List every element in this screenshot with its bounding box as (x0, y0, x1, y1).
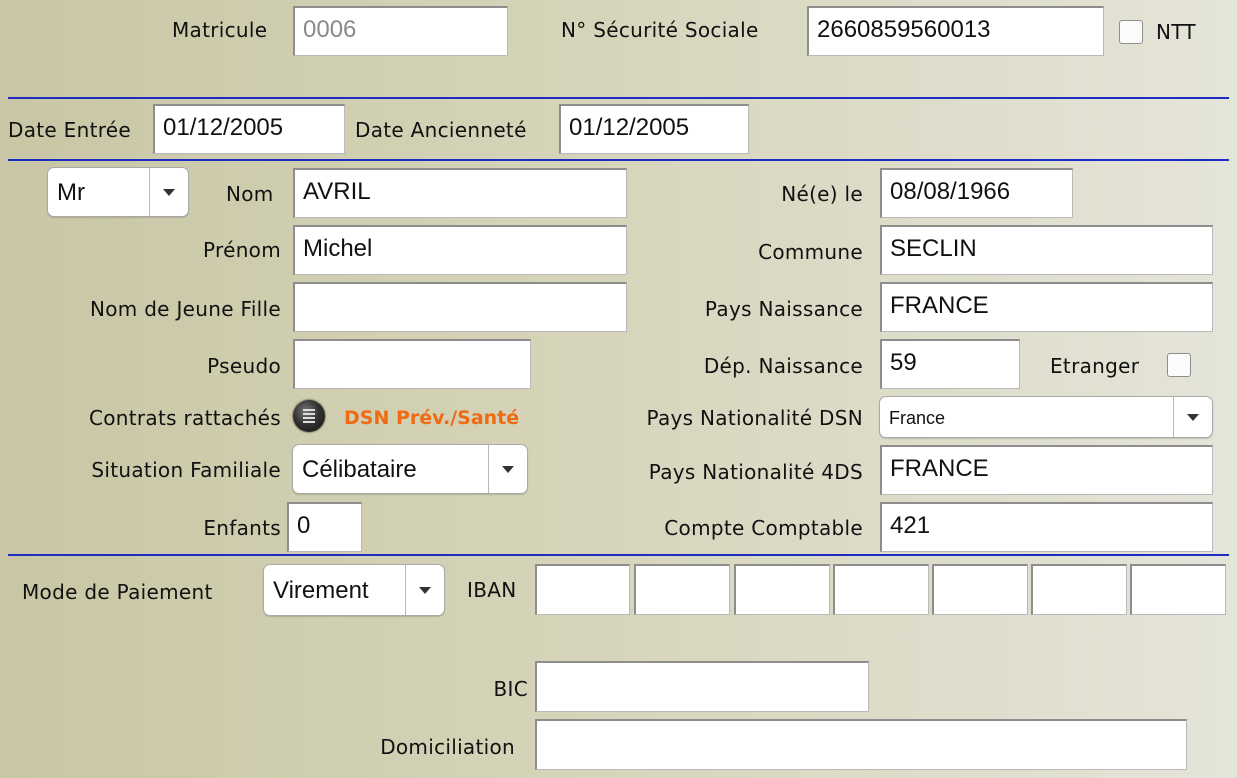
enfants-field[interactable]: 0 (287, 502, 362, 552)
dep-naissance-field[interactable]: 59 (880, 339, 1020, 389)
list-icon[interactable] (293, 400, 325, 432)
nat-dsn-select[interactable]: France (879, 396, 1213, 438)
naissance-field[interactable]: 08/08/1966 (880, 168, 1073, 218)
date-entree-field[interactable]: 01/12/2005 (153, 104, 345, 154)
secu-field[interactable]: 2660859560013 (807, 6, 1104, 56)
commune-field[interactable]: SECLIN (880, 225, 1213, 275)
domiciliation-label: Domiciliation (380, 735, 515, 759)
iban-part-1[interactable] (535, 564, 630, 615)
bic-field[interactable] (535, 661, 869, 712)
compte-label: Compte Comptable (664, 516, 863, 540)
domiciliation-field[interactable] (535, 719, 1187, 770)
chevron-down-icon[interactable] (405, 565, 444, 615)
secu-label: N° Sécurité Sociale (561, 18, 759, 42)
jeune-fille-field[interactable] (293, 282, 627, 332)
dep-naissance-label: Dép. Naissance (703, 354, 863, 378)
mode-paiement-select[interactable]: Virement (263, 564, 445, 616)
prenom-label: Prénom (203, 238, 281, 262)
situation-value: Célibataire (302, 456, 417, 483)
mode-paiement-label: Mode de Paiement (22, 580, 213, 604)
bic-label: BIC (493, 677, 528, 701)
pseudo-label: Pseudo (207, 354, 281, 378)
separator-2 (8, 159, 1229, 161)
nat-dsn-value: France (889, 408, 946, 428)
mode-paiement-value: Virement (273, 577, 369, 604)
jeune-fille-label: Nom de Jeune Fille (89, 297, 281, 321)
iban-part-4[interactable] (833, 564, 929, 615)
chevron-down-icon[interactable] (1173, 397, 1212, 437)
prenom-field[interactable]: Michel (293, 225, 627, 275)
chevron-down-icon[interactable] (149, 168, 188, 216)
ntt-label: NTT (1156, 20, 1196, 44)
date-anciennete-field[interactable]: 01/12/2005 (559, 104, 749, 154)
separator-3 (8, 554, 1229, 556)
dsn-prev-sante-link[interactable]: DSN Prév./Santé (344, 407, 519, 429)
nat-4ds-field[interactable]: FRANCE (880, 445, 1213, 495)
pseudo-field[interactable] (293, 339, 531, 389)
enfants-label: Enfants (203, 516, 281, 540)
date-entree-label: Date Entrée (8, 118, 132, 142)
iban-part-5[interactable] (932, 564, 1028, 615)
matricule-label: Matricule (172, 18, 268, 42)
iban-part-6[interactable] (1031, 564, 1127, 615)
pays-naissance-label: Pays Naissance (704, 297, 863, 321)
iban-part-3[interactable] (734, 564, 830, 615)
iban-part-7[interactable] (1130, 564, 1226, 615)
matricule-field[interactable]: 0006 (293, 6, 508, 56)
contrats-label: Contrats rattachés (88, 406, 281, 430)
nat-4ds-label: Pays Nationalité 4DS (648, 460, 863, 484)
ntt-checkbox[interactable] (1119, 20, 1143, 44)
naissance-label: Né(e) le (781, 182, 863, 206)
etranger-checkbox[interactable] (1167, 353, 1191, 377)
nom-field[interactable]: AVRIL (293, 168, 627, 218)
etranger-label: Etranger (1050, 354, 1140, 378)
chevron-down-icon[interactable] (488, 445, 527, 493)
situation-label: Situation Familiale (91, 458, 281, 482)
civilite-select[interactable]: Mr (47, 167, 189, 217)
pays-naissance-field[interactable]: FRANCE (880, 282, 1213, 332)
compte-field[interactable]: 421 (880, 502, 1213, 552)
situation-select[interactable]: Célibataire (292, 444, 528, 494)
iban-label: IBAN (467, 578, 517, 602)
separator-1 (8, 97, 1229, 99)
civilite-value: Mr (57, 179, 85, 206)
commune-label: Commune (758, 240, 863, 264)
nom-label: Nom (226, 182, 274, 206)
nat-dsn-label: Pays Nationalité DSN (646, 406, 863, 430)
iban-part-2[interactable] (634, 564, 730, 615)
date-anciennete-label: Date Ancienneté (355, 118, 527, 142)
